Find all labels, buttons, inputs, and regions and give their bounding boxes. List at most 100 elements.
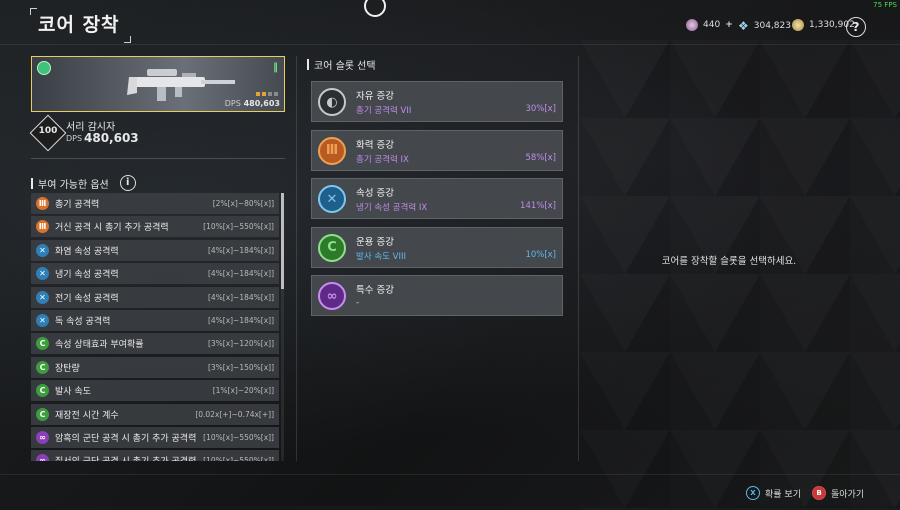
gem-icon: [686, 19, 698, 31]
weapon-dps: DPS 480,603: [225, 99, 280, 108]
option-range: [10%[x]~550%[x]]: [203, 456, 274, 461]
x-button-icon: X: [746, 486, 760, 500]
options-list[interactable]: Ⅲ 총기 공격력 [2%[x]~80%[x]] Ⅲ 거신 공격 시 총기 추가 공격력 […: [31, 193, 279, 461]
core-slot[interactable]: Ⅲ 화력 증강 총기 공격력 IX 58%[x]: [311, 129, 563, 171]
options-section-header: 부여 가능한 옵션 i: [31, 175, 136, 191]
section-mark: [31, 177, 33, 189]
option-name: 거신 공격 시 총기 추가 공격력: [55, 223, 169, 234]
core-slot-name: 자유 증강: [356, 91, 394, 102]
element-icon: ✕: [36, 267, 49, 281]
currency-crystals-value: 304,823: [753, 21, 791, 31]
vertical-divider-left: [296, 56, 297, 461]
special-icon: ∞: [36, 430, 49, 444]
core-slot-stat: 총기 공격력 IX: [356, 154, 409, 165]
weapon-level-dots: [256, 92, 278, 96]
core-slot-name: 속성 증강: [356, 188, 394, 199]
option-row[interactable]: ∞ 질서의 군단 공격 시 총기 추가 공격력[10%[x]~550%[x]]: [31, 450, 279, 461]
core-slot-value: 30%[x]: [525, 104, 556, 114]
option-row[interactable]: Ⅲ 거신 공격 시 총기 추가 공격력 [10%[x]~550%[x]]: [31, 216, 279, 238]
view-probability-button[interactable]: X 확률 보기: [746, 486, 801, 500]
footer-divider: [0, 474, 900, 475]
vertical-divider-right: [578, 56, 579, 461]
character-dps-value: 480,603: [84, 131, 139, 145]
option-row[interactable]: C 속성 상태효과 부여확률 [3%[x]~120%[x]]: [31, 333, 279, 355]
level-dot: [262, 92, 266, 96]
option-row[interactable]: ✕ 냉기 속성 공격력 [4%[x]~184%[x]]: [31, 263, 279, 285]
option-range: [10%[x]~550%[x]]: [203, 432, 274, 442]
option-row[interactable]: C 재장전 시간 계수 [0.02x[+]~0.74x[+]]: [31, 403, 279, 425]
weapon-tier-icon: ‖: [273, 62, 278, 73]
option-range: [10%[x]~550%[x]]: [203, 222, 274, 232]
help-button[interactable]: ?: [846, 17, 866, 37]
option-range: [4%[x]~184%[x]]: [207, 292, 274, 302]
element-core-icon: ✕: [318, 185, 346, 213]
coin-icon: [792, 19, 804, 31]
option-row[interactable]: C 발사 속도 [1%[x]~20%[x]]: [31, 380, 279, 402]
core-slot-value: 141%[x]: [520, 201, 556, 211]
option-name: 총기 공격력: [55, 200, 100, 210]
operation-core-icon: C: [318, 233, 346, 262]
back-button[interactable]: B 돌아가기: [812, 486, 864, 500]
core-slot-stat: 총기 공격력 VII: [356, 106, 412, 116]
core-slot-value: 58%[x]: [525, 152, 556, 163]
slots-section-header: 코어 슬롯 선택: [307, 57, 376, 72]
rifle-icon: [127, 69, 235, 101]
options-scroll-thumb[interactable]: [281, 193, 284, 289]
level-dot: [268, 92, 272, 96]
operation-icon: C: [36, 407, 49, 421]
triangle-pattern: [580, 40, 900, 510]
core-slot[interactable]: ∞ 특수 증강 -: [311, 275, 563, 316]
option-row[interactable]: C 장탄량 [3%[x]~150%[x]]: [31, 356, 279, 378]
crystal-icon: ❖: [738, 19, 749, 33]
option-range: [2%[x]~80%[x]]: [212, 199, 274, 208]
option-name: 질서의 군단 공격 시 총기 추가 공격력: [55, 454, 203, 461]
option-range: [4%[x]~184%[x]]: [207, 315, 274, 325]
option-row[interactable]: Ⅲ 총기 공격력 [2%[x]~80%[x]]: [31, 193, 279, 214]
core-slot[interactable]: ✕ 속성 증강 냉기 속성 공격력 IX 141%[x]: [311, 178, 563, 219]
fps-counter: 75 FPS: [873, 1, 897, 9]
option-range: [4%[x]~184%[x]]: [207, 269, 274, 279]
add-gems-button[interactable]: +: [725, 20, 733, 30]
firepower-icon: Ⅲ: [36, 220, 49, 234]
operation-icon: C: [36, 360, 49, 374]
left-divider: [31, 158, 285, 159]
select-slot-message: 코어를 장착할 슬롯을 선택하세요.: [661, 256, 797, 267]
option-row[interactable]: ✕ 독 속성 공격력 [4%[x]~184%[x]]: [31, 309, 279, 331]
option-name: 재장전 시간 계수: [55, 410, 119, 421]
core-slot[interactable]: ◐ 자유 증강총기 공격력 VII 30%[x]: [311, 81, 563, 122]
options-scrollbar[interactable]: [281, 193, 284, 461]
core-slot[interactable]: C 운용 증강 발사 속도 VIII 10%[x]: [311, 226, 563, 268]
core-slot-stat: -: [356, 298, 360, 308]
weapon-grade-icon: [37, 61, 51, 75]
option-row[interactable]: ✕ 전기 속성 공격력 [4%[x]~184%[x]]: [31, 286, 279, 308]
option-name: 냉기 속성 공격력: [55, 270, 119, 281]
currency-gems: 440 +: [686, 19, 733, 31]
weapon-card[interactable]: ‖ DPS 480,603: [31, 56, 285, 112]
core-slot-list: ◐ 자유 증강 총기 공격력 VII 30%[x] Ⅲ 화력 증강 총기 공격력 IX 58%…: [311, 81, 563, 324]
core-slot-value: 10%[x]: [525, 249, 556, 260]
option-row[interactable]: ✕ 화염 속성 공격력 [4%[x]~184%[x]]: [31, 239, 279, 261]
option-row[interactable]: ∞ 암흑의 군단 공격 시 총기 추가 공격력 [10%[x]~550%[x]]: [31, 426, 279, 448]
option-range: [0.02x[+]~0.74x[+]]: [195, 409, 274, 419]
weapon-dps-value: 480,603: [243, 99, 280, 108]
level-dot: [256, 92, 260, 96]
level-dot: [274, 92, 278, 96]
page-title: 코어 장착: [38, 14, 120, 36]
option-name: 속성 상태효과 부여확률: [55, 340, 144, 351]
firepower-core-icon: Ⅲ: [318, 136, 346, 165]
info-icon[interactable]: i: [119, 175, 136, 191]
b-button-icon: B: [812, 486, 826, 500]
options-title: 부여 가능한 옵션: [38, 179, 109, 191]
character-level: 100: [38, 126, 58, 136]
option-name: 화염 속성 공격력: [55, 246, 119, 257]
view-probability-label: 확률 보기: [765, 489, 801, 500]
option-name: 전기 속성 공격력: [55, 293, 119, 304]
option-name: 장탄량: [55, 363, 80, 374]
free-core-icon: ◐: [318, 88, 346, 116]
back-label: 돌아가기: [831, 489, 865, 500]
core-slot-name: 특수 증강: [356, 285, 394, 296]
option-name: 암흑의 군단 공격 시 총기 추가 공격력: [55, 433, 197, 444]
character-dps-label: DPS: [66, 134, 83, 143]
core-slot-name: 운용 증강: [356, 236, 394, 248]
option-name: 독 속성 공격력: [55, 316, 111, 327]
